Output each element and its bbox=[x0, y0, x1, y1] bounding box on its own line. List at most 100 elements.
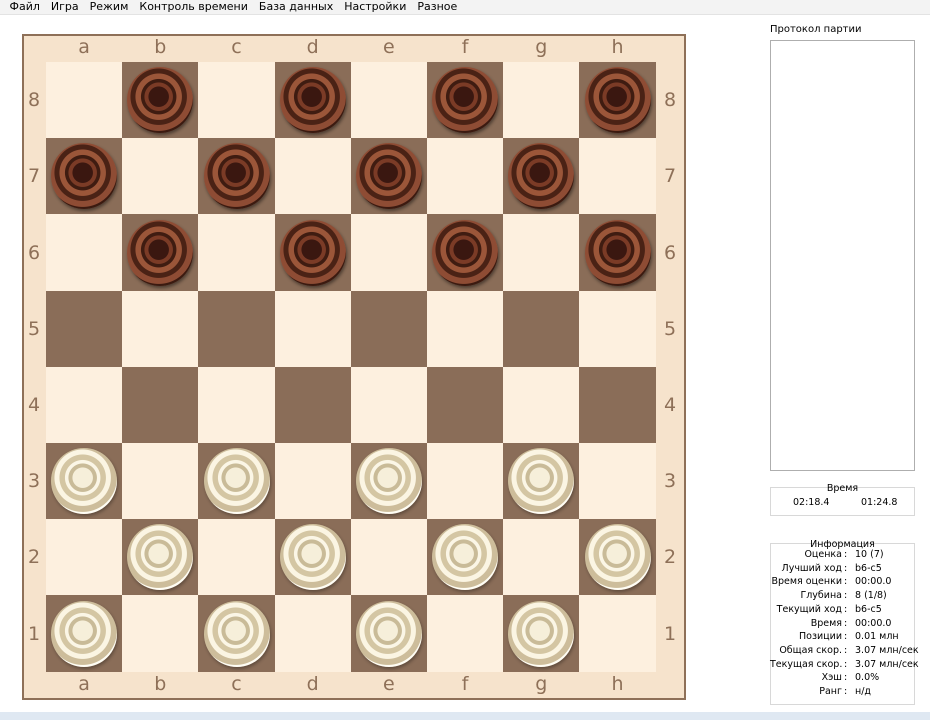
menu-item[interactable]: Игра bbox=[45, 0, 84, 14]
square-b7[interactable] bbox=[122, 138, 199, 215]
dark-checker-f8[interactable] bbox=[432, 67, 499, 134]
file-label-top: b bbox=[154, 36, 167, 58]
info-row: Хэш:0.0% bbox=[770, 671, 915, 684]
square-c5[interactable] bbox=[198, 290, 276, 368]
light-checker-a1[interactable] bbox=[51, 600, 118, 667]
file-label-top: h bbox=[611, 36, 624, 58]
info-row: Лучший ход: b6-c5 bbox=[770, 562, 915, 575]
info-row: Общая скор.:3.07 млн/сек bbox=[770, 644, 918, 657]
dark-checker-h8[interactable] bbox=[584, 67, 651, 134]
info-value: 3.07 млн/сек bbox=[855, 644, 919, 656]
light-checker-c3[interactable] bbox=[203, 448, 270, 515]
square-c6[interactable] bbox=[198, 214, 276, 292]
dark-checker-h6[interactable] bbox=[584, 219, 651, 286]
menu-item[interactable]: База данных bbox=[253, 0, 338, 14]
light-checker-h2[interactable] bbox=[584, 524, 651, 591]
checkers-board[interactable] bbox=[46, 62, 657, 673]
square-f7[interactable] bbox=[427, 138, 504, 215]
menu-item[interactable]: Файл bbox=[4, 0, 45, 14]
info-colon: : bbox=[844, 617, 848, 629]
square-f3[interactable] bbox=[427, 443, 504, 520]
square-f5[interactable] bbox=[427, 290, 504, 368]
rank-label-left: 4 bbox=[27, 393, 41, 416]
dark-checker-d6[interactable] bbox=[279, 219, 346, 286]
info-row: Глубина:8 (1/8) bbox=[770, 589, 915, 602]
dark-checker-f6[interactable] bbox=[432, 219, 499, 286]
square-e6[interactable] bbox=[350, 214, 428, 292]
file-label-bottom: h bbox=[611, 673, 624, 695]
square-g2[interactable] bbox=[503, 519, 580, 596]
square-d1[interactable] bbox=[274, 595, 352, 673]
light-checker-c1[interactable] bbox=[203, 600, 270, 667]
square-h7[interactable] bbox=[579, 138, 657, 215]
square-c2[interactable] bbox=[198, 519, 276, 596]
file-label-top: d bbox=[306, 36, 319, 58]
dark-checker-b6[interactable] bbox=[127, 219, 194, 286]
light-checker-g1[interactable] bbox=[508, 600, 575, 667]
light-checker-e1[interactable] bbox=[355, 600, 422, 667]
info-row: Позиции:0.01 млн bbox=[770, 630, 915, 643]
square-h4[interactable] bbox=[579, 366, 657, 444]
square-c8[interactable] bbox=[198, 62, 276, 139]
square-a8[interactable] bbox=[46, 62, 123, 139]
menu-item[interactable]: Настройки bbox=[339, 0, 412, 14]
info-value: b6-c5 bbox=[855, 603, 882, 615]
square-d5[interactable] bbox=[274, 290, 352, 368]
dark-checker-b8[interactable] bbox=[127, 67, 194, 134]
square-f1[interactable] bbox=[427, 595, 504, 673]
light-checker-a3[interactable] bbox=[51, 448, 118, 515]
info-value: 0.0% bbox=[855, 672, 880, 684]
square-g8[interactable] bbox=[503, 62, 580, 139]
square-e8[interactable] bbox=[350, 62, 428, 139]
light-checker-f2[interactable] bbox=[432, 524, 499, 591]
square-e4[interactable] bbox=[350, 366, 428, 444]
info-row: Время оценки:00:00.0 bbox=[770, 575, 915, 588]
info-value: 00:00.0 bbox=[855, 576, 892, 588]
square-b5[interactable] bbox=[122, 290, 199, 368]
square-a6[interactable] bbox=[46, 214, 123, 292]
light-checker-g3[interactable] bbox=[508, 448, 575, 515]
info-label: Общая скор. bbox=[779, 644, 842, 656]
menu-bar: Файл Игра Режим Контроль времени База данных… bbox=[0, 0, 930, 15]
square-a2[interactable] bbox=[46, 519, 123, 596]
square-a5[interactable] bbox=[46, 290, 123, 368]
file-label-top: c bbox=[231, 36, 242, 58]
light-checker-d2[interactable] bbox=[279, 524, 346, 591]
square-e5[interactable] bbox=[350, 290, 428, 368]
square-f4[interactable] bbox=[427, 366, 504, 444]
rank-label-right: 1 bbox=[663, 622, 677, 645]
square-h5[interactable] bbox=[579, 290, 657, 368]
info-colon: : bbox=[844, 562, 848, 574]
square-a4[interactable] bbox=[46, 366, 123, 444]
square-b1[interactable] bbox=[122, 595, 199, 673]
square-h1[interactable] bbox=[579, 595, 657, 673]
square-c4[interactable] bbox=[198, 366, 276, 444]
dark-checker-c7[interactable] bbox=[203, 143, 270, 210]
square-b4[interactable] bbox=[122, 366, 199, 444]
dark-checker-e7[interactable] bbox=[355, 143, 422, 210]
white-clock: 02:18.4 bbox=[793, 497, 830, 508]
menu-item[interactable]: Режим bbox=[84, 0, 134, 14]
light-checker-e3[interactable] bbox=[355, 448, 422, 515]
info-colon: : bbox=[844, 590, 848, 602]
info-label: Оценка bbox=[804, 549, 842, 560]
square-g5[interactable] bbox=[503, 290, 580, 368]
square-d3[interactable] bbox=[274, 443, 352, 520]
info-colon: : bbox=[844, 658, 848, 670]
menu-item[interactable]: Контроль времени bbox=[134, 0, 254, 14]
square-e2[interactable] bbox=[350, 519, 428, 596]
rank-label-left: 5 bbox=[27, 317, 41, 340]
square-g6[interactable] bbox=[503, 214, 580, 292]
info-colon: : bbox=[844, 603, 848, 615]
menu-item[interactable]: Разное bbox=[412, 0, 463, 14]
square-d7[interactable] bbox=[274, 138, 352, 215]
dark-checker-d8[interactable] bbox=[279, 67, 346, 134]
rank-label-left: 8 bbox=[27, 89, 41, 112]
protocol-list[interactable] bbox=[770, 40, 915, 471]
square-g4[interactable] bbox=[503, 366, 580, 444]
square-h3[interactable] bbox=[579, 443, 657, 520]
rank-label-right: 4 bbox=[663, 393, 677, 416]
square-b3[interactable] bbox=[122, 443, 199, 520]
square-d4[interactable] bbox=[274, 366, 352, 444]
dark-checker-a7[interactable] bbox=[51, 143, 118, 210]
